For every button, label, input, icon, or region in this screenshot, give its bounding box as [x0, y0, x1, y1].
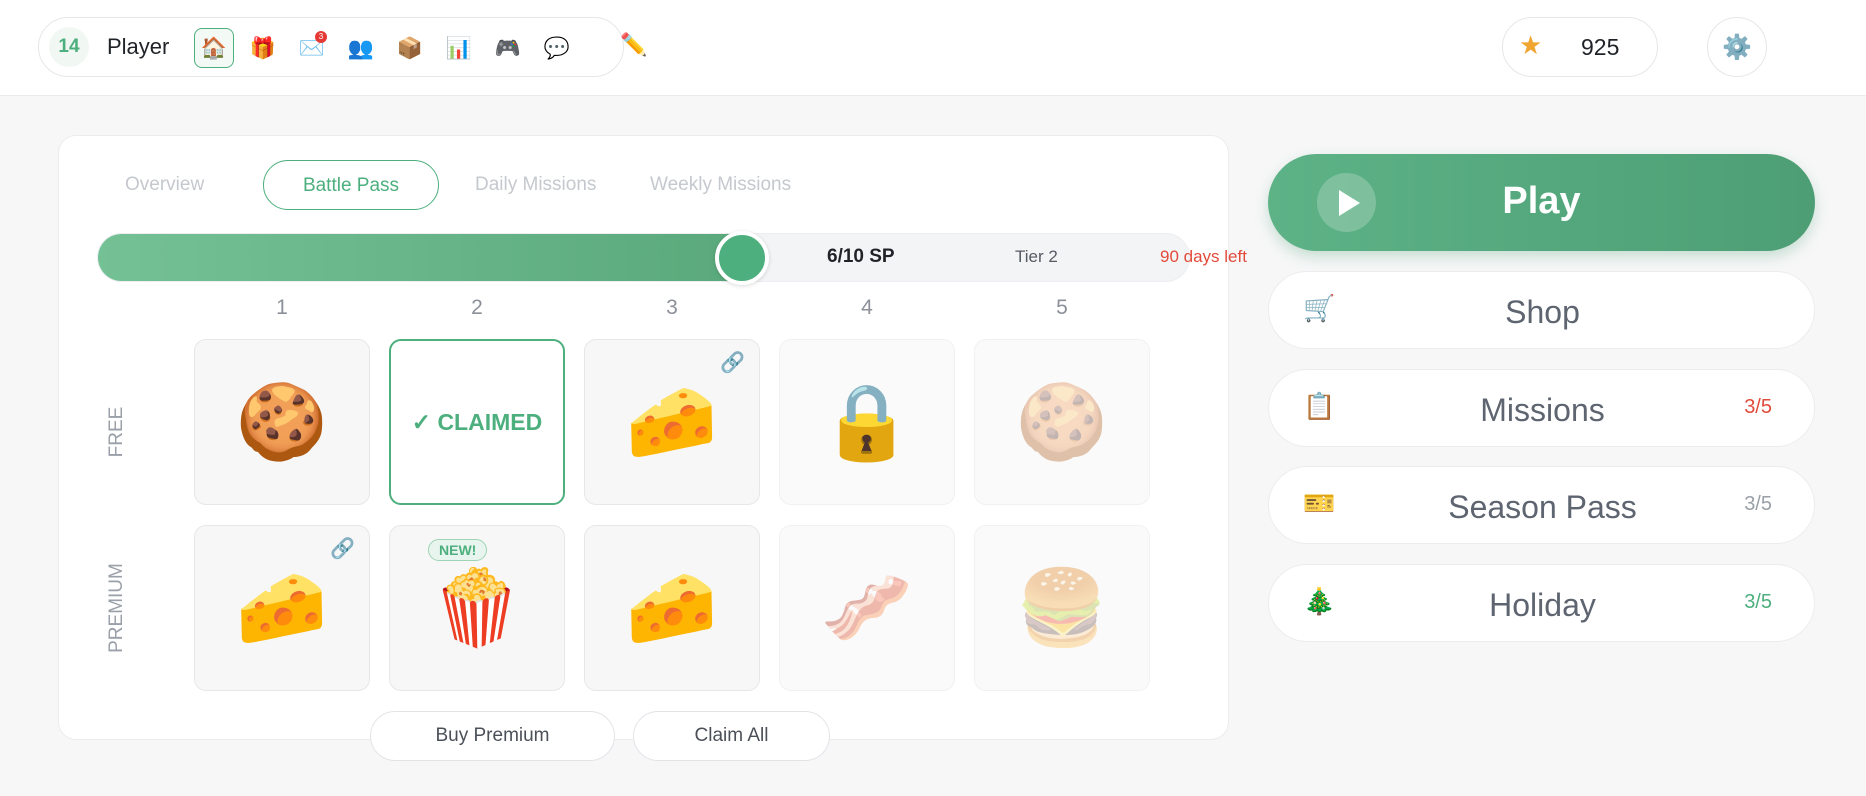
row-label-premium: PREMIUM	[106, 563, 127, 653]
progress-knob	[714, 231, 769, 285]
reward-cell[interactable]: ✓ CLAIMED	[389, 339, 565, 505]
reward-icon: 🥓	[820, 564, 914, 651]
reward-icon: 🍔	[1015, 564, 1109, 651]
reward-icon: 🍪	[1015, 378, 1109, 465]
player-name[interactable]: Player	[107, 34, 169, 60]
play-button[interactable]: Play	[1268, 154, 1815, 251]
holiday-button[interactable]: 🎄 Holiday 3/5	[1268, 564, 1815, 642]
tier-text: Tier 2	[1015, 247, 1058, 266]
holiday-label: Holiday	[1489, 587, 1596, 623]
tier-number: 4	[861, 296, 873, 319]
top-bar: 14 Player 🏠 🎁 ✉️ 3 👥 📦 📊 🎮 💬 ✏️ ★ 925 ⚙️	[0, 0, 1866, 96]
season-pass-button[interactable]: 🎫 Season Pass 3/5	[1268, 466, 1815, 544]
reward-icon: 🍿	[430, 564, 524, 651]
claim-all-button[interactable]: Claim All	[633, 711, 830, 761]
buy-premium-button[interactable]: Buy Premium	[370, 711, 615, 761]
tab-battle-pass[interactable]: Battle Pass	[263, 160, 439, 210]
claimed-label: ✓ CLAIMED	[411, 408, 543, 435]
tier-number: 1	[276, 296, 288, 319]
reward-icon: 🧀	[235, 564, 329, 651]
shop-label: Shop	[1505, 294, 1580, 330]
days-left-text: 90 days left	[1160, 247, 1247, 266]
stats-chart-icon[interactable]: 📊	[439, 28, 479, 68]
currency-pill[interactable]: ★ 925	[1502, 17, 1658, 77]
lock-icon: 🔒	[820, 378, 914, 465]
gift-icon[interactable]: 🎁	[243, 28, 283, 68]
reward-cell[interactable]: 🍔	[974, 525, 1150, 691]
reward-cell[interactable]: 🥓	[779, 525, 955, 691]
notification-badge: 3	[315, 31, 327, 43]
tier-number: 2	[471, 296, 483, 319]
chat-icon[interactable]: 💬	[537, 28, 577, 68]
reward-icon: 🧀	[625, 564, 719, 651]
reward-cell[interactable]: 🍪	[974, 339, 1150, 505]
new-badge: NEW!	[428, 539, 488, 561]
sp-progress-text: 6/10 SP	[827, 246, 895, 267]
battle-pass-panel: Overview Battle Pass Daily Missions Week…	[58, 135, 1247, 761]
tab-overview[interactable]: Overview	[125, 160, 245, 210]
tier-number: 5	[1056, 296, 1068, 319]
profile-pill: 14 Player 🏠 🎁 ✉️ 3 👥 📦 📊 🎮 💬	[38, 17, 624, 77]
tier-number: 3	[666, 296, 678, 319]
reward-cell[interactable]: 🍪	[194, 339, 370, 505]
nav-icon-bar: 🏠 🎁 ✉️ 3 👥 📦 📊 🎮 💬	[194, 28, 577, 68]
season-pass-count: 3/5	[1744, 493, 1772, 515]
reward-cell[interactable]: 🔒	[779, 339, 955, 505]
link-icon: 🔗	[720, 350, 745, 374]
mail-icon[interactable]: ✉️ 3	[292, 28, 332, 68]
row-label-free: FREE	[106, 406, 127, 458]
settings-button[interactable]: ⚙️	[1707, 17, 1767, 77]
progress-bar: 6/10 SP Tier 2 90 days left	[97, 231, 1247, 285]
friends-icon[interactable]: 👥	[341, 28, 381, 68]
reward-cell[interactable]: 🧀 🔗	[584, 339, 760, 505]
progress-fill	[98, 234, 742, 281]
link-icon: 🔗	[330, 536, 355, 560]
currency-value: 925	[1581, 34, 1620, 60]
reward-cell[interactable]: 🍿 NEW!	[389, 525, 565, 691]
gamepad-icon[interactable]: 🎮	[488, 28, 528, 68]
star-icon: ★	[1519, 31, 1543, 61]
missions-button[interactable]: 📋 Missions 3/5	[1268, 369, 1815, 447]
tab-weekly-missions[interactable]: Weekly Missions	[650, 160, 830, 210]
tab-daily-missions[interactable]: Daily Missions	[475, 160, 635, 210]
season-pass-label: Season Pass	[1448, 489, 1637, 525]
inventory-box-icon[interactable]: 📦	[390, 28, 430, 68]
play-label: Play	[1502, 180, 1581, 222]
reward-icon: 🍪	[235, 378, 329, 465]
reward-cell[interactable]: 🧀 🔗	[194, 525, 370, 691]
level-badge: 14	[49, 27, 89, 67]
holiday-count: 3/5	[1744, 591, 1772, 613]
reward-cell[interactable]: 🧀	[584, 525, 760, 691]
missions-label: Missions	[1480, 392, 1605, 428]
home-icon[interactable]: 🏠	[194, 28, 234, 68]
reward-icon: 🧀	[625, 378, 719, 465]
missions-count: 3/5	[1744, 396, 1772, 418]
shop-button[interactable]: 🛒 Shop	[1268, 271, 1815, 349]
gear-icon: ⚙️	[1722, 33, 1752, 61]
pencil-icon[interactable]: ✏️	[620, 33, 647, 58]
